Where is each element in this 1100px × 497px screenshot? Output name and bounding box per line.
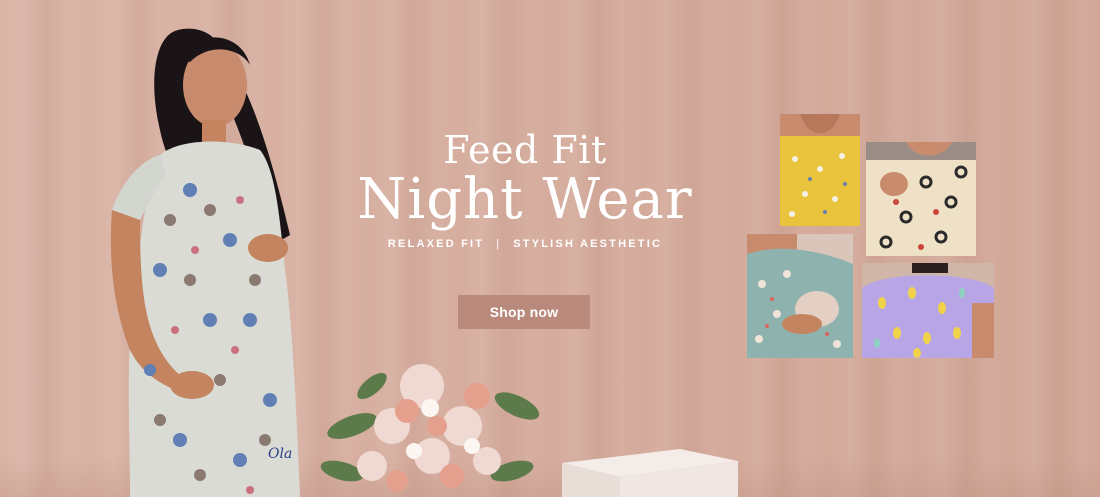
headline-block: Feed Fit Night Wear RELAXED FIT | STYLIS… xyxy=(330,128,720,250)
tagline-right: STYLISH AESTHETIC xyxy=(513,238,663,250)
flower-bouquet xyxy=(312,356,544,497)
thumbnail-yellow-print[interactable] xyxy=(780,114,860,226)
tagline-separator: | xyxy=(496,238,502,250)
headline-line2: Night Wear xyxy=(357,167,693,232)
headline-line1: Feed Fit xyxy=(443,128,607,172)
hero-banner: Ola Feed Fit Night Wear RELAXED FIT | ST… xyxy=(0,0,1100,497)
thumbnail-cream-print[interactable] xyxy=(866,142,976,256)
model-image xyxy=(100,20,320,497)
brand-logo: Ola xyxy=(268,446,293,462)
thumbnail-teal-print[interactable] xyxy=(747,234,853,358)
thumbnail-lavender-dots[interactable] xyxy=(862,263,994,358)
tagline: RELAXED FIT | STYLISH AESTHETIC xyxy=(330,238,720,250)
display-cube xyxy=(560,447,740,497)
shop-now-button[interactable]: Shop now xyxy=(458,295,590,329)
model-illustration xyxy=(110,28,300,497)
tagline-left: RELAXED FIT xyxy=(387,238,485,250)
